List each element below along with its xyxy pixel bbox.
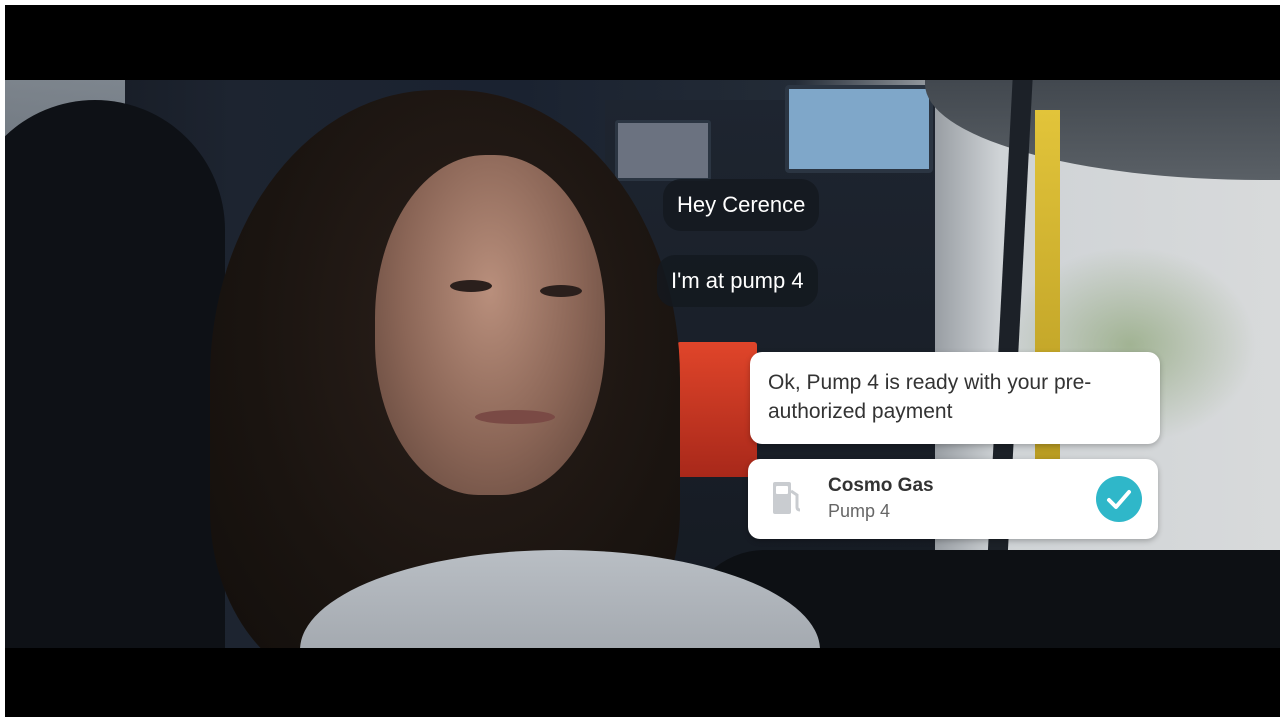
user-message-bubble: Hey Cerence (663, 179, 820, 231)
driver-mouth (475, 410, 555, 424)
checkmark-icon (1096, 476, 1142, 522)
station-name: Cosmo Gas (828, 475, 934, 496)
user-message-bubble: I'm at pump 4 (657, 255, 818, 307)
car-seat (5, 100, 225, 648)
fuel-pump-icon (770, 479, 804, 517)
user-message-text: I'm at pump 4 (671, 268, 804, 293)
driver-eye-left (450, 280, 492, 292)
driver (210, 90, 820, 648)
station-pump-label: Pump 4 (828, 501, 891, 521)
assistant-reply-card: Ok, Pump 4 is ready with your pre-author… (750, 352, 1160, 444)
video-frame: Hey Cerence I'm at pump 4 Ok, Pump 4 is … (5, 5, 1280, 717)
user-message-text: Hey Cerence (677, 192, 806, 217)
gas-pump-screen (785, 85, 933, 173)
station-card[interactable]: Cosmo Gas Pump 4 (748, 459, 1158, 539)
car-roof (925, 80, 1280, 180)
assistant-reply-text: Ok, Pump 4 is ready with your pre-author… (768, 371, 1092, 423)
driver-face (375, 155, 605, 495)
driver-eye-right (540, 285, 582, 297)
